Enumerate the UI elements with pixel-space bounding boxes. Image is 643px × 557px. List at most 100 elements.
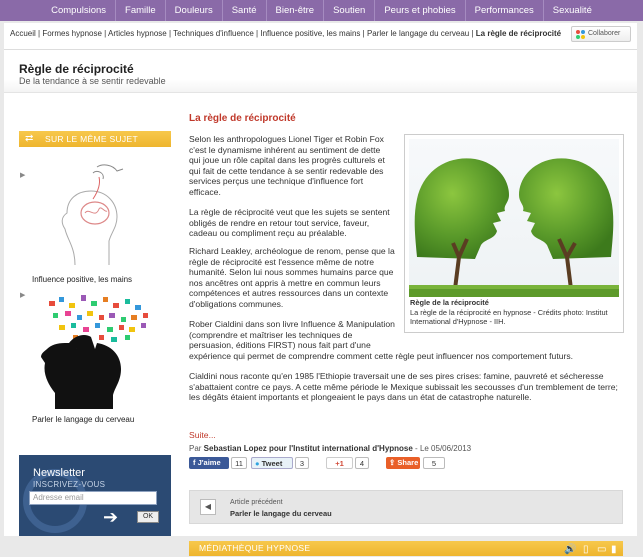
tree-heads-illustration bbox=[409, 139, 619, 297]
mobile-icon[interactable]: ▮ bbox=[611, 542, 617, 557]
collaborate-button[interactable]: Collaborer bbox=[571, 26, 631, 42]
top-navigation: Compulsions Famille Douleurs Santé Bien-… bbox=[0, 0, 643, 21]
paragraph-line: Richard Leakley, archéologue de renom, p… bbox=[189, 246, 395, 256]
paragraph-line: règle de réciprocité est l'essence même … bbox=[189, 256, 375, 267]
paragraph-line: efficace. bbox=[189, 186, 221, 197]
triangle-bullet-icon: ▶ bbox=[20, 172, 26, 179]
byline-prefix: Par bbox=[189, 444, 204, 453]
chevron-left-icon[interactable]: ◀ bbox=[200, 499, 216, 515]
paragraph-line: services perçus une technique d'influenc… bbox=[189, 176, 364, 187]
arrow-right-icon: ➔ bbox=[103, 507, 119, 527]
media-library-heading: MÉDIATHÈQUE HYPNOSE 🔊 ▯ ▭ ▮ bbox=[189, 541, 623, 556]
article-title: La règle de réciprocité bbox=[189, 113, 296, 124]
related-heading: ⇄ SUR LE MÊME SUJET bbox=[19, 131, 171, 147]
title-bar: Règle de réciprocité De la tendance à se… bbox=[4, 49, 637, 93]
previous-article-label: Article précédent bbox=[230, 499, 283, 506]
nav-item-soutien[interactable]: Soutien bbox=[324, 0, 376, 21]
byline: Par Sebastian Lopez pour l'Institut inte… bbox=[189, 444, 471, 453]
paragraph-line: obligés de rendre en retour tout service… bbox=[189, 217, 370, 228]
nav-item-douleurs[interactable]: Douleurs bbox=[166, 0, 223, 21]
breadcrumb-item[interactable]: Articles hypnose bbox=[108, 29, 167, 38]
paragraph-line: compétences et autres ressources dans un… bbox=[189, 288, 389, 299]
byline-date: - Le 05/06/2013 bbox=[412, 444, 472, 453]
nav-item-famille[interactable]: Famille bbox=[116, 0, 166, 21]
previous-article[interactable]: ◀ Article précédent Parler le langage du… bbox=[189, 490, 623, 524]
paragraph-line: persuasion, éditions FIRST) nous fait pa… bbox=[189, 340, 371, 351]
article-paragraph: La règle de réciprocité veut que les suj… bbox=[189, 207, 390, 239]
media-library-label: MÉDIATHÈQUE HYPNOSE bbox=[199, 543, 311, 553]
paragraph-line: qui joue un rôle capital dans les progrè… bbox=[189, 155, 385, 166]
figure-caption-text: La règle de la réciprocité en hypnose - … bbox=[410, 307, 608, 327]
newsletter-subtitle: INSCRIVEZ-VOUS bbox=[33, 480, 106, 489]
previous-article-title[interactable]: Parler le langage du cerveau bbox=[230, 509, 332, 518]
breadcrumb-item[interactable]: Accueil bbox=[10, 29, 36, 38]
share-count: 5 bbox=[423, 457, 445, 469]
email-input[interactable]: Adresse email bbox=[29, 491, 157, 505]
paragraph-line: qui fait de cette tendance à se sentir r… bbox=[189, 165, 384, 176]
related-item-label[interactable]: Parler le langage du cerveau bbox=[32, 415, 134, 424]
breadcrumb-item[interactable]: Influence positive, les mains bbox=[260, 29, 360, 38]
newsletter-ok-button[interactable]: OK bbox=[137, 511, 159, 523]
nav-item-performances[interactable]: Performances bbox=[466, 0, 544, 21]
share-label: Share bbox=[397, 458, 419, 467]
breadcrumb-item[interactable]: Parler le langage du cerveau bbox=[367, 29, 469, 38]
hands-brain-illustration bbox=[61, 164, 124, 266]
newsletter-title: Newsletter bbox=[33, 467, 85, 479]
article-paragraph: Richard Leakley, archéologue de renom, p… bbox=[189, 246, 395, 310]
paragraph-line: c'est le dynamisme inhérent au sentiment… bbox=[189, 144, 381, 155]
sidebar: ⇄ SUR LE MÊME SUJET ▶ Influence positive… bbox=[19, 131, 171, 427]
paragraph-line: nos ancêtres ont appris à mettre en comm… bbox=[189, 277, 381, 288]
article-figure: Règle de la réciprocité La règle de la r… bbox=[404, 134, 624, 333]
speaker-icon[interactable]: 🔊 bbox=[564, 542, 577, 557]
twitter-bird-icon: ● bbox=[255, 459, 260, 468]
nav-item-sante[interactable]: Santé bbox=[223, 0, 267, 21]
related-item-label[interactable]: Influence positive, les mains bbox=[32, 275, 132, 284]
paragraph-line: La règle de réciprocité veut que les suj… bbox=[189, 207, 390, 217]
related-item[interactable]: ▶ Influence positive, les mains bbox=[19, 147, 171, 287]
article-paragraph: Cialdini nous raconte qu'en 1985 l'Ethio… bbox=[189, 371, 618, 403]
related-item[interactable]: ▶ Parler le langage du cerveau bbox=[19, 287, 171, 427]
share-button[interactable]: ⇪ Share bbox=[386, 457, 420, 469]
collaborate-icon bbox=[576, 30, 585, 39]
paragraph-line: d'obligations communes. bbox=[189, 298, 284, 309]
read-more-link[interactable]: Suite... bbox=[189, 430, 216, 440]
paragraph-line: les dégâts étaient importants et plongea… bbox=[189, 392, 532, 403]
facebook-like-button[interactable]: f J'aime bbox=[189, 457, 229, 469]
paragraph-line: humanité. Selon lui nous sommes humains … bbox=[189, 267, 394, 278]
paragraph-line: s'abattaient contre ce pays. A cette mêm… bbox=[189, 381, 618, 392]
facebook-icon: f bbox=[193, 458, 196, 467]
breadcrumb: Accueil | Formes hypnose | Articles hypn… bbox=[10, 29, 561, 38]
nav-item-compulsions[interactable]: Compulsions bbox=[42, 0, 117, 21]
google-plus-button[interactable]: +1 bbox=[326, 457, 353, 469]
newsletter-box: Newsletter INSCRIVEZ-VOUS Adresse email … bbox=[19, 455, 171, 536]
page-subtitle: De la tendance à se sentir redevable bbox=[19, 76, 166, 86]
tweet-button[interactable]: ● Tweet bbox=[251, 457, 293, 469]
breadcrumb-item[interactable]: Formes hypnose bbox=[42, 29, 102, 38]
nav-item-peurs-phobies[interactable]: Peurs et phobies bbox=[375, 0, 466, 21]
swap-arrows-icon: ⇄ bbox=[25, 133, 34, 144]
related-heading-label: SUR LE MÊME SUJET bbox=[45, 134, 138, 144]
document-icon[interactable]: ▯ bbox=[583, 542, 589, 557]
nav-item-sexualite[interactable]: Sexualité bbox=[544, 0, 601, 21]
monitor-icon[interactable]: ▭ bbox=[597, 542, 607, 557]
tweet-label: Tweet bbox=[261, 459, 283, 468]
collaborate-label: Collaborer bbox=[588, 30, 621, 37]
article-paragraph: Selon les anthropologues Lionel Tiger et… bbox=[189, 134, 385, 198]
nav-item-bien-etre[interactable]: Bien-être bbox=[267, 0, 325, 21]
facebook-like-label: J'aime bbox=[197, 458, 221, 467]
google-plus-count: 4 bbox=[355, 457, 369, 469]
breadcrumb-item[interactable]: Techniques d'influence bbox=[173, 29, 254, 38]
tweet-count: 3 bbox=[295, 457, 309, 469]
reciprocity-trees-image bbox=[409, 139, 619, 297]
share-icon: ⇪ bbox=[389, 458, 396, 467]
figure-caption-title: Règle de la réciprocité bbox=[410, 298, 489, 307]
breadcrumb-current: La règle de réciprocité bbox=[475, 29, 562, 38]
figure-caption: Règle de la réciprocité La règle de la r… bbox=[410, 298, 620, 327]
triangle-bullet-icon: ▶ bbox=[20, 292, 26, 299]
paragraph-line: Cialdini nous raconte qu'en 1985 l'Ethio… bbox=[189, 371, 604, 381]
paragraph-line: expérience qui permet de comprendre comm… bbox=[189, 350, 574, 361]
page-container: Accueil | Formes hypnose | Articles hypn… bbox=[4, 23, 637, 556]
byline-author[interactable]: Sebastian Lopez pour l'Institut internat… bbox=[204, 444, 413, 453]
paragraph-line: cadeau ou compliment reçu au préalable. bbox=[189, 228, 347, 239]
brain-head-illustration bbox=[41, 295, 148, 409]
